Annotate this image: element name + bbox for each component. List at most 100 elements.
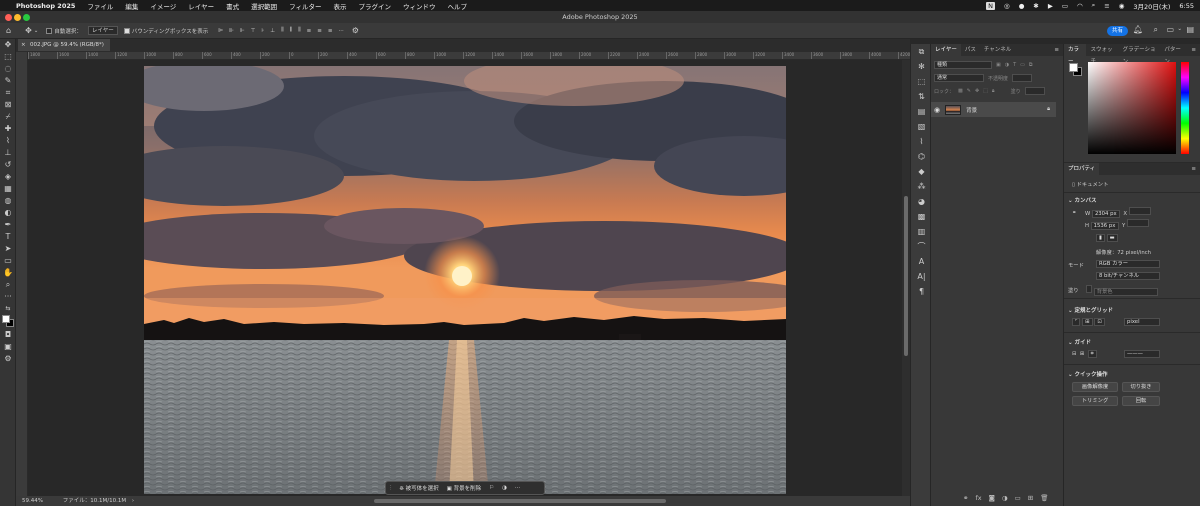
portrait-orientation-icon[interactable]: ▮	[1096, 234, 1105, 242]
document-image[interactable]	[144, 66, 786, 494]
adjustments-icon[interactable]: ✻	[911, 59, 932, 74]
guide-layout-icon[interactable]: ⊟	[1072, 351, 1076, 357]
filter-shape-icon[interactable]: ▭	[1020, 62, 1025, 68]
link-icon[interactable]: ⚭	[1072, 210, 1076, 216]
y-field[interactable]	[1126, 219, 1149, 227]
color-field[interactable]	[1088, 62, 1176, 154]
distribute-top-icon[interactable]: ≡	[307, 28, 312, 34]
pixel-grid-icon[interactable]: ⊡	[1094, 318, 1105, 326]
units-dropdown[interactable]: pixel	[1124, 318, 1160, 326]
show-bbox-checkbox[interactable]	[123, 28, 130, 34]
lock-pixels-icon[interactable]: ▩	[958, 88, 963, 94]
mode-dropdown[interactable]: RGB カラー	[1096, 260, 1160, 268]
zoom-window-button[interactable]	[23, 14, 30, 21]
align-left-icon[interactable]: ⊫	[218, 28, 223, 34]
healing-brush-tool-icon[interactable]: ✚	[0, 123, 16, 135]
patterns-icon[interactable]: ⌒	[911, 239, 932, 254]
zoom-level[interactable]: 59.44%	[22, 498, 43, 504]
tab-paths[interactable]: パス	[961, 44, 980, 56]
dodge-tool-icon[interactable]: ◐	[0, 207, 16, 219]
menu-plugins[interactable]: プラグイン	[358, 1, 391, 11]
lock-all-icon[interactable]: 🔒︎	[992, 88, 995, 94]
add-mask-icon[interactable]: ◙	[989, 494, 995, 502]
guide-lock-icon[interactable]: ⌗	[1087, 350, 1097, 358]
menu-layer[interactable]: レイヤー	[188, 1, 214, 11]
search-icon[interactable]: ⌕	[1154, 25, 1158, 35]
filter-smart-icon[interactable]: ⧉	[1029, 62, 1033, 68]
color-icon[interactable]: ◕	[911, 194, 932, 209]
more-options-icon[interactable]: ···	[338, 28, 343, 34]
chevron-down-icon[interactable]: ⌄	[1177, 26, 1182, 32]
hue-slider[interactable]	[1181, 62, 1189, 154]
gradients-icon[interactable]: ▥	[911, 224, 932, 239]
date[interactable]: 3月20日(木)	[1133, 1, 1170, 11]
fx-icon[interactable]: fx	[975, 494, 981, 502]
battery-icon[interactable]: ▭	[1062, 2, 1068, 10]
paragraph-icon[interactable]: ¶	[911, 284, 932, 299]
distribute-middle-icon[interactable]: ≡	[317, 28, 322, 34]
layers-comp-icon[interactable]: ▧	[911, 119, 932, 134]
landscape-orientation-icon[interactable]: ▬	[1106, 234, 1118, 242]
filter-adjust-icon[interactable]: ◑	[1005, 62, 1009, 68]
character-icon[interactable]: A	[911, 254, 932, 269]
guides-section[interactable]: ⌄ ガイド	[1068, 338, 1091, 346]
fill-swatch[interactable]	[1086, 285, 1092, 293]
glyphs-icon[interactable]: A|	[911, 269, 932, 284]
trim-button[interactable]: トリミング	[1072, 396, 1118, 406]
audio-icon[interactable]: ●	[1019, 2, 1025, 10]
gradient-tool-icon[interactable]: ▦	[0, 183, 16, 195]
filter-type-icon[interactable]: T	[1013, 62, 1016, 68]
zoom-tool-icon[interactable]: ⌕	[0, 279, 16, 291]
wifi-icon[interactable]: ◠	[1077, 2, 1083, 10]
menu-filter[interactable]: フィルター	[289, 1, 321, 11]
blur-tool-icon[interactable]: ◍	[0, 195, 16, 207]
quick-select-tool-icon[interactable]: ✎	[0, 75, 16, 87]
tab-swatches[interactable]: スウォッチ	[1086, 44, 1118, 65]
hand-tool-icon[interactable]: ✋	[0, 267, 16, 279]
bluetooth-icon[interactable]: ✱	[1033, 2, 1038, 10]
align-top-icon[interactable]: ⊤	[251, 28, 256, 34]
home-icon[interactable]: ⌂	[6, 26, 11, 35]
eraser-tool-icon[interactable]: ◈	[0, 171, 16, 183]
bit-depth-dropdown[interactable]: 8 bit/チャンネル	[1096, 272, 1160, 280]
height-field[interactable]: 1536 px	[1090, 222, 1119, 230]
distribute-right-icon[interactable]: ⫼	[298, 27, 301, 34]
libraries-icon[interactable]: ⬚	[911, 74, 932, 89]
tab-channels[interactable]: チャンネル	[980, 44, 1015, 56]
control-center-icon[interactable]: ≡	[1104, 2, 1109, 10]
image-size-button[interactable]: 画像解像度	[1072, 382, 1118, 392]
adjustment-layer-icon[interactable]: ◑	[1002, 494, 1008, 502]
quick-mask-icon[interactable]: ◘	[0, 329, 16, 341]
panel-menu-icon[interactable]: ≡	[1187, 163, 1200, 175]
drag-handle-icon[interactable]: ⋮	[388, 485, 394, 491]
trash-icon[interactable]: 🗑︎	[1040, 494, 1048, 502]
history-icon[interactable]: ▤	[911, 104, 932, 119]
siri-icon[interactable]: ◉	[1119, 2, 1125, 10]
adjust-icon[interactable]: ◑	[502, 485, 507, 491]
tab-layers[interactable]: レイヤー	[931, 44, 961, 56]
chevron-right-icon[interactable]: ›	[132, 498, 134, 504]
clone-stamp-tool-icon[interactable]: ⊥	[0, 147, 16, 159]
menu-file[interactable]: ファイル	[87, 1, 113, 11]
panel-layout-icon[interactable]: ▤	[1186, 25, 1194, 34]
layer-row[interactable]: ◉ 背景 🔒︎	[931, 102, 1056, 117]
vertical-ruler[interactable]	[16, 52, 28, 496]
tab-properties[interactable]: プロパティ	[1064, 163, 1100, 175]
swap-colors-icon[interactable]: ⇆	[0, 303, 16, 315]
more-icon[interactable]: ···	[515, 485, 520, 491]
channels-icon[interactable]: ⌬	[911, 149, 932, 164]
more-tools-icon[interactable]: ···	[0, 291, 16, 303]
layer-kind-filter[interactable]: 種類	[934, 61, 992, 69]
auto-select-checkbox[interactable]	[46, 28, 53, 34]
align-center-h-icon[interactable]: ⊪	[229, 28, 234, 34]
ruler-toggle-icon[interactable]: ⌜	[1072, 318, 1081, 326]
distribute-left-icon[interactable]: ⫼	[281, 27, 284, 34]
close-window-button[interactable]	[5, 14, 12, 21]
styles-icon[interactable]: ⁂	[911, 179, 932, 194]
marquee-tool-icon[interactable]: ⬚	[0, 51, 16, 63]
search-icon[interactable]: ⌕	[1092, 1, 1096, 10]
fill-field[interactable]	[1024, 87, 1045, 95]
menu-type[interactable]: 書式	[226, 1, 239, 11]
horizontal-ruler[interactable]: 1800 1600 1400 1200 1000 800 600 400 200 0 200 400 6…	[28, 52, 910, 60]
link-layers-icon[interactable]: ⚭	[963, 494, 968, 502]
